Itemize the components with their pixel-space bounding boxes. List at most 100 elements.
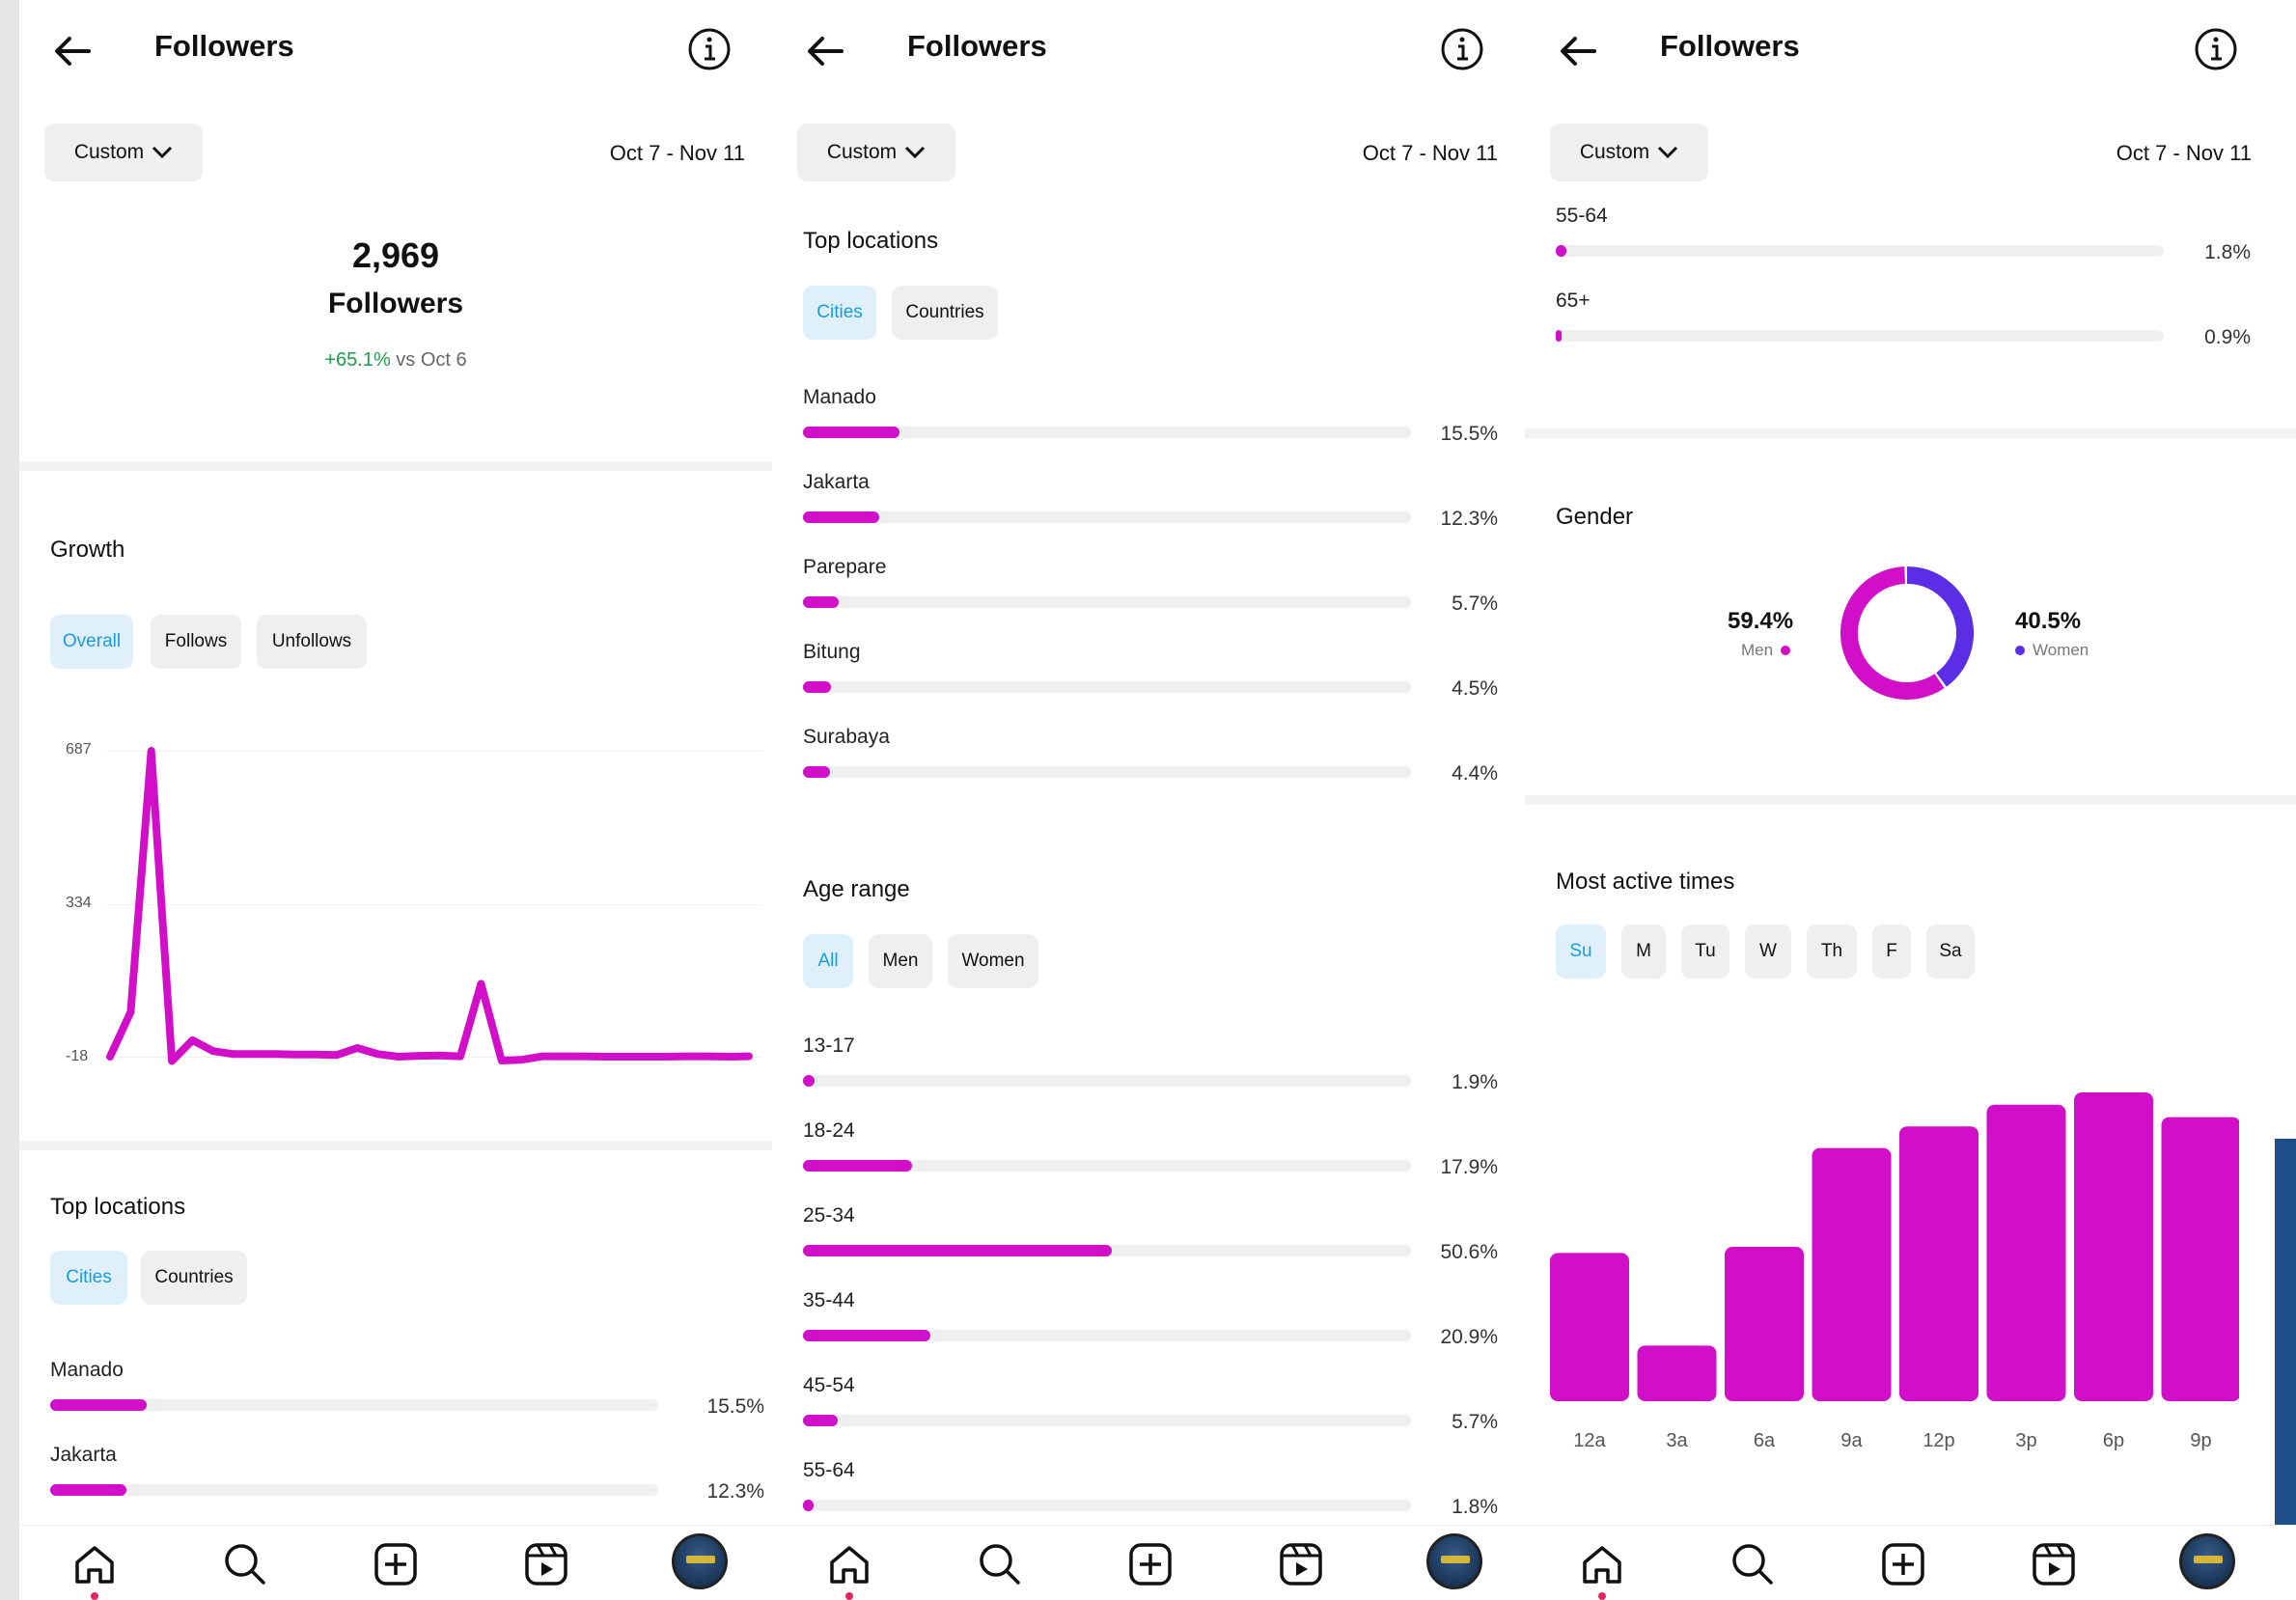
create-icon[interactable] bbox=[1125, 1539, 1176, 1589]
women-legend: Women bbox=[2015, 641, 2089, 660]
home-icon[interactable] bbox=[1577, 1539, 1627, 1589]
day-pill-sa[interactable]: Sa bbox=[1926, 924, 1975, 979]
location-bar-fill bbox=[50, 1484, 127, 1496]
age-percent: 1.8% bbox=[1452, 1496, 1498, 1518]
date-range: Oct 7 - Nov 11 bbox=[2116, 141, 2252, 165]
age-bar-fill bbox=[803, 1330, 931, 1341]
age-bar-fill bbox=[803, 1160, 913, 1172]
women-legend-dot bbox=[2015, 646, 2025, 655]
age-percent: 5.7% bbox=[1452, 1411, 1498, 1433]
search-icon[interactable] bbox=[1728, 1539, 1778, 1589]
info-icon[interactable] bbox=[1438, 25, 1486, 73]
age-label: 35-44 bbox=[803, 1289, 855, 1311]
notification-dot bbox=[91, 1592, 98, 1600]
date-range: Oct 7 - Nov 11 bbox=[1362, 141, 1498, 165]
profile-avatar[interactable] bbox=[1426, 1533, 1482, 1589]
followers-panel-overview: Followers Custom Oct 7 - Nov 11 2,969 Fo… bbox=[19, 0, 772, 1600]
time-tick-label: 12a bbox=[1573, 1430, 1606, 1451]
date-filter-dropdown[interactable]: Custom bbox=[44, 124, 203, 181]
age-percent: 20.9% bbox=[1440, 1326, 1498, 1348]
change-suffix: vs Oct 6 bbox=[396, 349, 467, 371]
donut-slice-women bbox=[1906, 566, 1974, 687]
info-icon[interactable] bbox=[685, 25, 733, 73]
men-legend-dot bbox=[1781, 646, 1791, 655]
create-icon[interactable] bbox=[1878, 1539, 1928, 1589]
age-percent: 0.9% bbox=[2204, 326, 2251, 348]
age-percent: 50.6% bbox=[1440, 1241, 1498, 1263]
active-time-bar bbox=[1550, 1253, 1629, 1401]
follower-count-label: Followers bbox=[327, 288, 464, 319]
back-arrow-icon[interactable] bbox=[1554, 27, 1602, 75]
location-percent: 15.5% bbox=[1440, 423, 1498, 445]
day-pill-th[interactable]: Th bbox=[1807, 924, 1857, 979]
back-arrow-icon[interactable] bbox=[801, 27, 849, 75]
day-pill-tu[interactable]: Tu bbox=[1681, 924, 1729, 979]
day-pill-su[interactable]: Su bbox=[1556, 924, 1606, 979]
date-filter-label: Custom bbox=[73, 141, 145, 163]
age-label: 13-17 bbox=[803, 1034, 855, 1057]
location-percent: 4.5% bbox=[1452, 677, 1498, 700]
day-pill-w[interactable]: W bbox=[1745, 924, 1791, 979]
tab-cities[interactable]: Cities bbox=[803, 286, 876, 340]
tab-countries[interactable]: Countries bbox=[892, 286, 998, 340]
divider bbox=[1525, 795, 2296, 805]
home-icon[interactable] bbox=[824, 1539, 874, 1589]
tab-overall[interactable]: Overall bbox=[50, 615, 133, 669]
growth-title: Growth bbox=[50, 537, 125, 563]
bottom-nav bbox=[19, 1525, 772, 1600]
chevron-down-icon bbox=[152, 146, 173, 159]
tab-countries[interactable]: Countries bbox=[141, 1251, 247, 1305]
page-title: Followers bbox=[154, 29, 294, 63]
tab-follows[interactable]: Follows bbox=[151, 615, 241, 669]
location-label: Manado bbox=[50, 1359, 124, 1381]
follower-count: 2,969 bbox=[351, 235, 440, 275]
gender-title: Gender bbox=[1556, 504, 1634, 530]
location-bar bbox=[803, 681, 1411, 693]
growth-line-chart bbox=[106, 747, 753, 1065]
women-percent: 40.5% bbox=[2015, 608, 2082, 634]
location-percent: 12.3% bbox=[706, 1480, 764, 1503]
location-bar-fill bbox=[803, 681, 832, 693]
divider bbox=[19, 461, 772, 471]
age-label: 25-34 bbox=[803, 1204, 855, 1227]
top-locations-title: Top locations bbox=[803, 228, 939, 254]
time-tick-label: 9p bbox=[2190, 1430, 2212, 1451]
date-filter-label: Custom bbox=[826, 141, 898, 163]
tab-all[interactable]: All bbox=[803, 934, 853, 988]
location-bar bbox=[803, 511, 1411, 523]
search-icon[interactable] bbox=[220, 1539, 270, 1589]
active-time-bar bbox=[1899, 1126, 1978, 1401]
tab-unfollows[interactable]: Unfollows bbox=[257, 615, 367, 669]
active-times-bar-chart bbox=[1550, 1092, 2239, 1401]
men-percent: 59.4% bbox=[1728, 608, 1794, 634]
date-filter-dropdown[interactable]: Custom bbox=[797, 124, 955, 181]
location-label: Jakarta bbox=[803, 471, 870, 493]
top-locations-title: Top locations bbox=[50, 1194, 186, 1220]
day-pill-m[interactable]: M bbox=[1621, 924, 1666, 979]
men-legend-label: Men bbox=[1741, 641, 1774, 659]
day-pill-f[interactable]: F bbox=[1872, 924, 1911, 979]
top-bar: Followers bbox=[772, 0, 1525, 97]
location-label: Manado bbox=[803, 386, 876, 408]
date-filter-label: Custom bbox=[1579, 141, 1650, 163]
notification-dot bbox=[845, 1592, 853, 1600]
y-tick: 334 bbox=[66, 895, 92, 911]
search-icon[interactable] bbox=[975, 1539, 1025, 1589]
reels-icon[interactable] bbox=[1276, 1539, 1326, 1589]
profile-avatar[interactable] bbox=[2179, 1533, 2235, 1589]
create-icon[interactable] bbox=[371, 1539, 421, 1589]
gender-donut-chart bbox=[1840, 566, 1974, 700]
back-arrow-icon[interactable] bbox=[48, 27, 97, 75]
location-label: Jakarta bbox=[50, 1444, 117, 1466]
profile-avatar[interactable] bbox=[672, 1533, 728, 1589]
age-bar bbox=[803, 1160, 1411, 1172]
reels-icon[interactable] bbox=[521, 1539, 571, 1589]
tab-cities[interactable]: Cities bbox=[50, 1251, 127, 1305]
chevron-down-icon bbox=[905, 146, 926, 159]
info-icon[interactable] bbox=[2192, 25, 2240, 73]
reels-icon[interactable] bbox=[2029, 1539, 2079, 1589]
date-filter-dropdown[interactable]: Custom bbox=[1550, 124, 1708, 181]
tab-women[interactable]: Women bbox=[948, 934, 1038, 988]
home-icon[interactable] bbox=[69, 1539, 120, 1589]
tab-men[interactable]: Men bbox=[869, 934, 932, 988]
